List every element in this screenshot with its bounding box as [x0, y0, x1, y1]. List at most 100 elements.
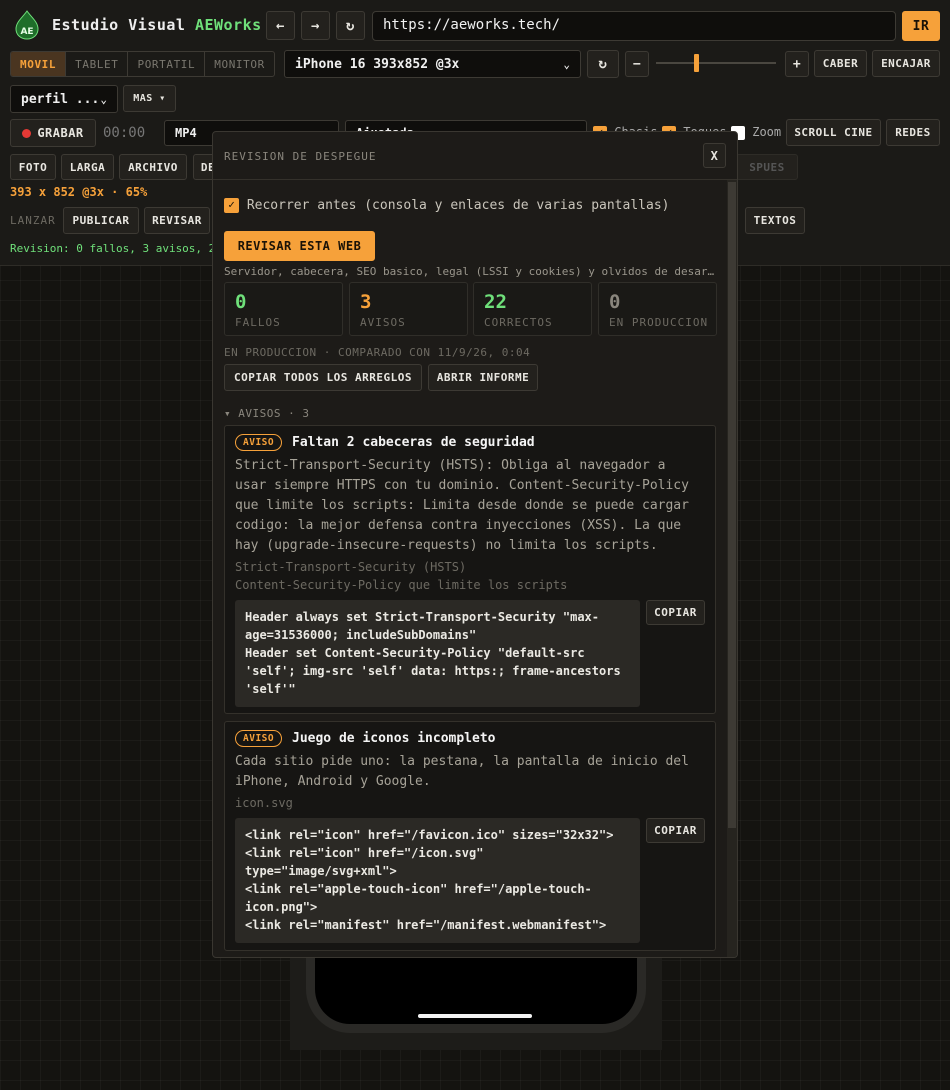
phone-preview [306, 955, 646, 1033]
redes-button[interactable]: REDES [886, 119, 940, 146]
close-button[interactable]: X [703, 143, 726, 168]
tab-tablet[interactable]: TABLET [66, 52, 129, 76]
warning-card-icons: AVISO Juego de iconos incompleto Cada si… [224, 721, 716, 951]
device-select-value: iPhone 16 393x852 @3x [295, 56, 460, 72]
zoom-out-button[interactable]: − [625, 51, 649, 77]
code-line: Header set Content-Security-Policy "defa… [245, 646, 585, 660]
stat-value: 0 [609, 291, 621, 313]
chevron-down-icon: ⌄ [100, 92, 107, 106]
modal-scrollbar-thumb[interactable] [728, 182, 736, 828]
larga-button[interactable]: LARGA [61, 154, 114, 180]
record-button[interactable]: GRABAR [10, 119, 96, 147]
frame-button[interactable]: ENCAJAR [872, 50, 940, 77]
stat-value: 22 [484, 291, 507, 313]
body-line: Strict-Transport-Security (HSTS): Obliga… [235, 458, 666, 473]
scroll-cine-button[interactable]: SCROLL CINE [786, 119, 881, 146]
review-subtitle: Servidor, cabecera, SEO basico, legal (L… [224, 265, 715, 278]
review-status: Revision: 0 fallos, 3 avisos, 2 [10, 242, 216, 255]
tab-monitor[interactable]: MONITOR [205, 52, 274, 76]
body-line: usar siempre HTTPS con tu dominio. Conte… [235, 478, 689, 493]
pre-walk-checkbox[interactable]: ✓ Recorrer antes (consola y enlaces de v… [224, 198, 669, 213]
warning-items: icon.svg [235, 794, 293, 812]
stat-label: FALLOS [235, 316, 281, 329]
code-line: <link rel="apple-touch-icon" href="/appl… [245, 882, 592, 896]
launch-label: LANZAR [10, 214, 56, 227]
record-timer: 00:00 [103, 125, 146, 141]
stat-label: CORRECTOS [484, 316, 553, 329]
more-button[interactable]: MAS ▾ [123, 85, 176, 112]
reload-button[interactable]: ↻ [336, 11, 365, 40]
warning-body: Strict-Transport-Security (HSTS): Obliga… [235, 456, 689, 556]
toggle-zoom[interactable]: Zoom [731, 125, 781, 140]
item-line: icon.svg [235, 796, 293, 810]
forward-button[interactable]: → [301, 11, 330, 40]
zoom-slider-track[interactable] [656, 62, 776, 64]
app-title: Estudio Visual AEWorks [52, 16, 262, 34]
launch-review-modal: REVISION DE DESPEGUE X ✓ Recorrer antes … [212, 131, 738, 958]
device-select[interactable]: iPhone 16 393x852 @3x ⌄ [284, 50, 581, 78]
modal-title: REVISION DE DESPEGUE [224, 150, 377, 163]
code-line: age=31536000; includeSubDomains" [245, 628, 477, 642]
svg-text:AE: AE [20, 27, 33, 37]
copy-all-fixes-button[interactable]: COPIAR TODOS LOS ARREGLOS [224, 364, 422, 391]
zoom-slider-thumb[interactable] [694, 54, 699, 72]
body-line: hay (upgrade-insecure-requests) no limit… [235, 538, 658, 553]
warnings-section-header[interactable]: ▾ AVISOS · 3 [224, 407, 309, 420]
toggle-label: Zoom [752, 125, 782, 139]
item-line: Content-Security-Policy que limite los s… [235, 578, 568, 592]
back-button[interactable]: ← [266, 11, 295, 40]
texts-button[interactable]: TEXTOS [745, 207, 805, 234]
profile-select-value: perfil ... [21, 91, 100, 107]
stat-label: AVISOS [360, 316, 406, 329]
rotate-button[interactable]: ↻ [587, 50, 619, 78]
archivo-button[interactable]: ARCHIVO [119, 154, 187, 180]
body-line: iPhone, Android y Google. [235, 774, 431, 789]
compare-line: EN PRODUCCION · COMPARADO CON 11/9/26, 0… [224, 346, 531, 359]
foto-button[interactable]: FOTO [10, 154, 56, 180]
tab-movil[interactable]: MOVIL [11, 52, 67, 76]
caret-down-icon: ▾ [159, 93, 166, 104]
stat-value: 0 [235, 291, 247, 313]
url-input[interactable]: https://aeworks.tech/ [372, 11, 896, 41]
warning-badge: AVISO [235, 434, 283, 451]
run-review-button[interactable]: REVISAR ESTA WEB [224, 231, 375, 261]
go-button[interactable]: IR [902, 11, 940, 41]
warning-body: Cada sitio pide uno: la pestana, la pant… [235, 752, 689, 792]
warning-badge: AVISO [235, 730, 283, 747]
despues-button[interactable]: SPUES [736, 154, 798, 180]
stat-label: EN PRODUCCION [609, 316, 709, 329]
stat-avisos: 3 AVISOS [349, 282, 468, 336]
stat-fallos: 0 FALLOS [224, 282, 343, 336]
fix-code-block: Header always set Strict-Transport-Secur… [235, 600, 640, 707]
pre-walk-label: Recorrer antes (consola y enlaces de var… [246, 198, 670, 213]
copy-button[interactable]: COPIAR [646, 600, 705, 625]
device-tabs: MOVIL TABLET PORTATIL MONITOR [10, 51, 275, 77]
code-line: icon.png"> [245, 900, 318, 914]
stat-correctos: 22 CORRECTOS [473, 282, 592, 336]
open-report-button[interactable]: ABRIR INFORME [428, 364, 538, 391]
copy-button[interactable]: COPIAR [646, 818, 705, 843]
checkbox-checked-icon: ✓ [224, 198, 239, 213]
code-line: Header always set Strict-Transport-Secur… [245, 610, 600, 624]
body-line: codigo: la mejor defensa contra inyeccio… [235, 518, 682, 533]
record-dot-icon [22, 128, 32, 138]
code-line: type="image/svg+xml"> [245, 864, 397, 878]
profile-select[interactable]: perfil ... ⌄ [10, 85, 118, 113]
zoom-in-button[interactable]: + [785, 51, 809, 77]
code-line: <link rel="manifest" href="/manifest.web… [245, 918, 607, 932]
code-line: <link rel="icon" href="/favicon.ico" siz… [245, 828, 614, 842]
warning-title: Juego de iconos incompleto [292, 731, 496, 746]
tab-portatil[interactable]: PORTATIL [128, 52, 206, 76]
fit-button[interactable]: CABER [814, 50, 867, 77]
publish-button[interactable]: PUBLICAR [63, 207, 139, 234]
stat-value: 3 [360, 291, 372, 313]
warning-items: Strict-Transport-Security (HSTS) Content… [235, 558, 567, 594]
code-line: <link rel="icon" href="/icon.svg" [245, 846, 484, 860]
stat-en-produccion: 0 EN PRODUCCION [598, 282, 717, 336]
item-line: Strict-Transport-Security (HSTS) [235, 560, 467, 574]
size-info: 393 x 852 @3x · 65% [10, 185, 148, 199]
record-label: GRABAR [37, 126, 84, 140]
code-line: 'self'; img-src 'self' data: https:; fra… [245, 664, 621, 678]
body-line: que limite los scripts: Limita desde don… [235, 498, 689, 513]
review-button[interactable]: REVISAR [144, 207, 210, 234]
